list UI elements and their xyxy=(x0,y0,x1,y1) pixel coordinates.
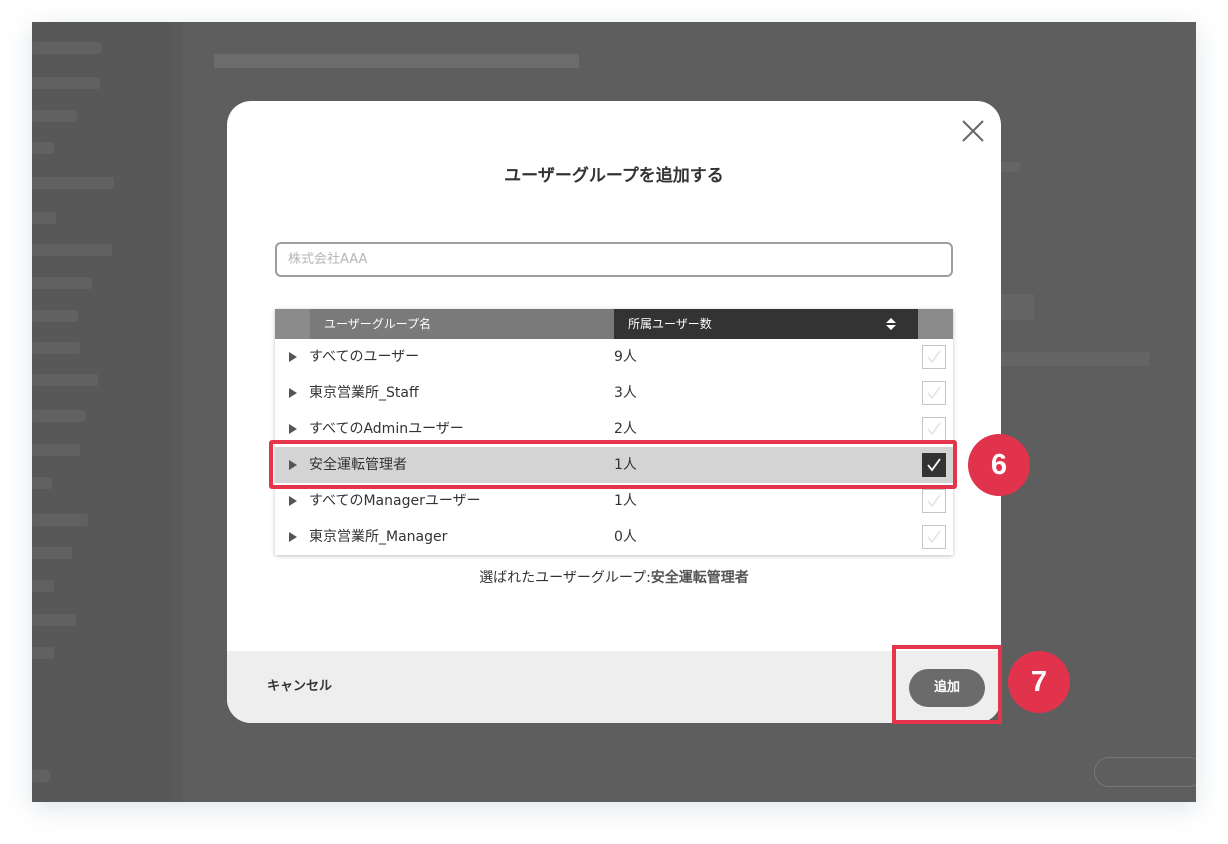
step-badge-7: 7 xyxy=(1008,651,1070,713)
group-name: すべてのユーザー xyxy=(309,349,420,365)
user-count: 9人 xyxy=(614,349,637,365)
row-checkbox[interactable] xyxy=(922,489,946,513)
background-text xyxy=(1000,294,1034,320)
cancel-button[interactable]: キャンセル xyxy=(267,651,332,723)
table-row[interactable]: 東京営業所_Manager 0人 xyxy=(275,519,953,555)
table-header: ユーザーグループ名 所属ユーザー数 xyxy=(275,309,953,339)
background-page-title xyxy=(214,54,579,68)
user-count: 3人 xyxy=(614,385,637,401)
highlight-add-button xyxy=(892,645,1002,724)
row-checkbox[interactable] xyxy=(922,381,946,405)
sort-icon[interactable] xyxy=(886,318,896,330)
check-icon xyxy=(927,350,941,364)
table-row[interactable]: すべてのユーザー 9人 xyxy=(275,339,953,375)
selected-group-value: 安全運転管理者 xyxy=(650,570,749,586)
background-text xyxy=(1000,352,1150,366)
group-name: 東京営業所_Manager xyxy=(309,529,448,545)
column-header-user-count[interactable]: 所属ユーザー数 xyxy=(614,309,918,339)
add-user-group-dialog: ユーザーグループを追加する ユーザーグループ名 所属ユーザー数 すべてのユーザー… xyxy=(227,101,1001,723)
row-checkbox[interactable] xyxy=(922,345,946,369)
check-icon xyxy=(927,530,941,544)
dialog-title: ユーザーグループを追加する xyxy=(504,166,724,186)
column-header-group-name[interactable]: ユーザーグループ名 xyxy=(310,309,614,339)
expand-triangle-icon[interactable] xyxy=(289,496,297,506)
expand-triangle-icon[interactable] xyxy=(289,352,297,362)
step-badge-6: 6 xyxy=(968,434,1030,496)
expand-triangle-icon[interactable] xyxy=(289,388,297,398)
group-name: 東京営業所_Staff xyxy=(309,385,419,401)
selected-group-label: 選ばれたユーザーグループ: xyxy=(479,570,651,586)
column-header-select xyxy=(918,309,953,339)
user-group-table: ユーザーグループ名 所属ユーザー数 すべてのユーザー 9人 東京営業所_Staf… xyxy=(275,309,953,555)
close-icon[interactable] xyxy=(959,117,987,145)
expand-triangle-icon[interactable] xyxy=(289,424,297,434)
row-checkbox[interactable] xyxy=(922,525,946,549)
highlight-selected-row xyxy=(269,440,957,489)
column-header-user-count-label: 所属ユーザー数 xyxy=(628,317,712,331)
check-icon xyxy=(927,494,941,508)
check-icon xyxy=(927,422,941,436)
background-button xyxy=(1094,757,1196,787)
row-checkbox[interactable] xyxy=(922,417,946,441)
check-icon xyxy=(927,386,941,400)
background-sidebar xyxy=(32,22,172,802)
search-input[interactable] xyxy=(275,242,953,277)
table-row[interactable]: 東京営業所_Staff 3人 xyxy=(275,375,953,411)
background-text xyxy=(1000,162,1020,172)
dialog-footer: キャンセル 追加 xyxy=(227,651,1001,723)
selected-group-summary: 選ばれたユーザーグループ:安全運転管理者 xyxy=(227,567,1001,587)
expand-triangle-icon[interactable] xyxy=(289,532,297,542)
user-count: 0人 xyxy=(614,529,637,545)
